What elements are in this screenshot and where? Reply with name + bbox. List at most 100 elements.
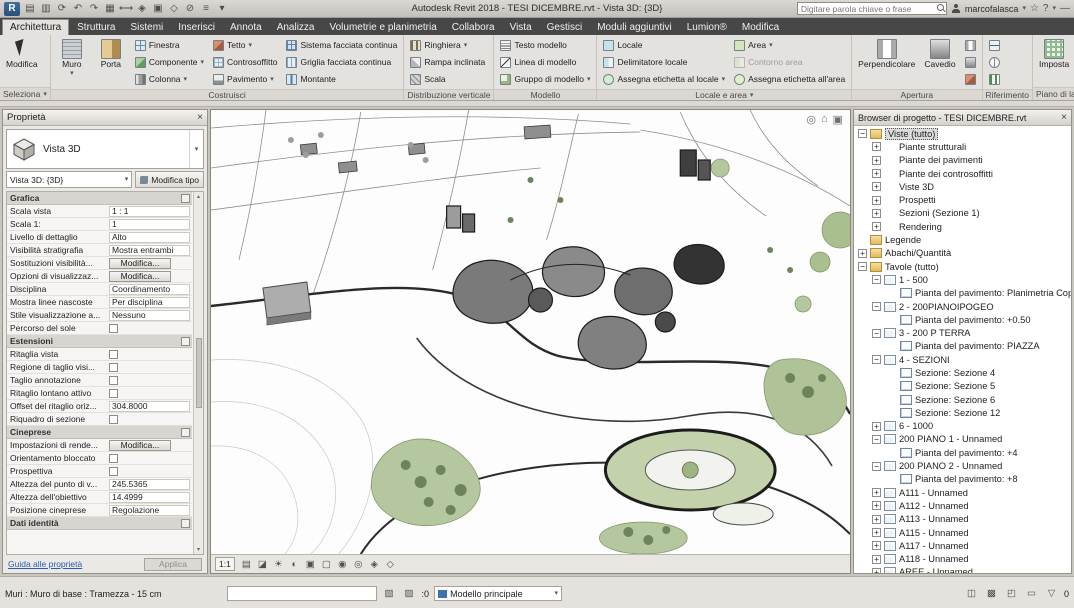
etichetta-area-button[interactable]: Assegna etichetta all'area: [731, 71, 848, 87]
tree-expander-icon[interactable]: +: [858, 249, 867, 258]
porta-button[interactable]: Porta: [93, 37, 129, 71]
ribbon-tab[interactable]: Sistemi: [124, 19, 171, 35]
view-selector[interactable]: Vista 3D: {3D} ▾: [6, 171, 132, 188]
filter-icon[interactable]: ▽: [1044, 587, 1059, 601]
section-expander-icon[interactable]: [181, 428, 190, 437]
browser-tree-item[interactable]: − 3 - 200 P TERRA: [854, 326, 1071, 339]
qat-customize-caret[interactable]: ▾: [215, 2, 229, 16]
favorites-star-icon[interactable]: ☆: [1030, 3, 1039, 14]
tree-expander-icon[interactable]: +: [872, 182, 881, 191]
scala-button[interactable]: Scala: [407, 71, 488, 87]
locale-button[interactable]: Locale: [600, 37, 728, 53]
tree-expander-icon[interactable]: +: [872, 488, 881, 497]
worksets-icon[interactable]: ▧: [382, 587, 397, 601]
scroll-up-icon[interactable]: ▴: [197, 193, 200, 200]
tree-expander-icon[interactable]: −: [872, 329, 881, 338]
help-icon[interactable]: ?: [1043, 3, 1049, 14]
temporary-hide-isolate-icon[interactable]: ◉: [335, 557, 350, 571]
controsoffitto-button[interactable]: Controsoffitto: [210, 54, 280, 70]
ribbon-tab[interactable]: Collabora: [445, 19, 502, 35]
apertura-parete-button[interactable]: [962, 37, 979, 53]
tree-expander-icon[interactable]: +: [872, 501, 881, 510]
ribbon-tab[interactable]: Vista: [503, 19, 539, 35]
perpendicolare-button[interactable]: Perpendicolare: [855, 37, 918, 71]
browser-tree-item[interactable]: + A112 - Unnamed: [854, 499, 1071, 512]
properties-scrollbar[interactable]: ▴ ▾: [193, 192, 203, 554]
tree-expander-icon[interactable]: [888, 289, 897, 298]
modifica-button[interactable]: Modifica: [3, 37, 41, 71]
ribbon-tab[interactable]: Struttura: [70, 19, 122, 35]
property-value[interactable]: Mostra entrambi: [109, 245, 190, 256]
project-browser-header[interactable]: Browser di progetto - TESI DICEMBRE.rvt …: [854, 110, 1071, 126]
panel-label-apertura[interactable]: Apertura: [852, 89, 981, 100]
ribbon-tab[interactable]: Gestisci: [540, 19, 590, 35]
pavimento-button[interactable]: Pavimento ▾: [210, 71, 280, 87]
browser-tree-item[interactable]: + AREE - Unnamed: [854, 566, 1071, 573]
sun-path-icon[interactable]: ☀: [271, 557, 286, 571]
browser-tree-item[interactable]: Pianta del pavimento: +4: [854, 446, 1071, 459]
undo-icon[interactable]: ↶: [71, 2, 85, 16]
property-edit-button[interactable]: Modifica...: [109, 271, 171, 282]
revit-logo[interactable]: R: [4, 2, 20, 16]
property-value[interactable]: 14.4999: [109, 492, 190, 503]
design-option-select[interactable]: Modello principale ▾: [434, 586, 562, 601]
ribbon-tab[interactable]: Lumion®: [680, 19, 734, 35]
tree-expander-icon[interactable]: +: [872, 209, 881, 218]
property-value[interactable]: Coordinamento: [109, 284, 190, 295]
griglia-button[interactable]: [986, 54, 1003, 70]
area-button[interactable]: Area ▾: [731, 37, 848, 53]
tetto-button[interactable]: Tetto ▾: [210, 37, 280, 53]
browser-tree-item[interactable]: Sezione: Sezione 4: [854, 366, 1071, 379]
browser-tree-item[interactable]: − 1 - 500: [854, 273, 1071, 286]
home-icon[interactable]: ⌂: [821, 113, 828, 126]
worksets-box[interactable]: [227, 586, 377, 601]
panel-label-piano-di-lavoro[interactable]: Piano di lavoro: [1033, 87, 1074, 100]
etichetta-locale-button[interactable]: Assegna etichetta al locale ▾: [600, 71, 728, 87]
delimitatore-locale-button[interactable]: Delimitatore locale: [600, 54, 728, 70]
close-icon[interactable]: ×: [1061, 112, 1067, 123]
panel-label-distribuzione[interactable]: Distribuzione verticale: [404, 89, 493, 100]
user-menu-caret-icon[interactable]: ▾: [1022, 5, 1026, 12]
browser-tree-item[interactable]: + Rendering: [854, 220, 1071, 233]
browser-tree-item[interactable]: − 2 - 200PIANOIPOGEO: [854, 300, 1071, 313]
navigation-wheel-icon[interactable]: ◎: [806, 113, 816, 126]
browser-tree-item[interactable]: + A117 - Unnamed: [854, 539, 1071, 552]
tree-expander-icon[interactable]: −: [872, 462, 881, 471]
browser-tree-item[interactable]: Sezione: Sezione 6: [854, 393, 1071, 406]
rampa-button[interactable]: Rampa inclinata: [407, 54, 488, 70]
show-crop-icon[interactable]: ▢: [319, 557, 334, 571]
drawing-area[interactable]: ◎ ⌂ ▣ 1:1 ▤◪☀◐▣▢◉◎◈◇: [210, 109, 851, 574]
apertura-abbaino-button[interactable]: [962, 71, 979, 87]
property-checkbox[interactable]: [109, 350, 118, 359]
constraints-icon[interactable]: ◇: [383, 557, 398, 571]
browser-tree-item[interactable]: Legende: [854, 233, 1071, 246]
measure-icon[interactable]: ⟷: [119, 2, 133, 16]
property-value[interactable]: Alto: [109, 232, 190, 243]
browser-tree-item[interactable]: + A115 - Unnamed: [854, 526, 1071, 539]
property-checkbox[interactable]: [109, 467, 118, 476]
browser-tree-item[interactable]: + Piante dei controsoffitti: [854, 167, 1071, 180]
detail-level-icon[interactable]: ▤: [239, 557, 254, 571]
browser-tree-item[interactable]: + Prospetti: [854, 193, 1071, 206]
3d-model-canvas[interactable]: ◎ ⌂ ▣: [211, 110, 850, 554]
property-checkbox[interactable]: [109, 415, 118, 424]
tree-expander-icon[interactable]: +: [872, 568, 881, 573]
property-checkbox[interactable]: [109, 363, 118, 372]
redo-icon[interactable]: ↷: [87, 2, 101, 16]
properties-help-link[interactable]: Guida alle proprietà: [8, 559, 82, 569]
panel-label-riferimento[interactable]: Riferimento: [983, 89, 1032, 100]
browser-tree-item[interactable]: − Tavole (tutto): [854, 260, 1071, 273]
design-options-icon[interactable]: ▨: [402, 587, 417, 601]
visual-style-icon[interactable]: ◪: [255, 557, 270, 571]
text-icon[interactable]: ▣: [151, 2, 165, 16]
search-icon[interactable]: [935, 3, 946, 14]
minimize-icon[interactable]: —: [1060, 3, 1070, 14]
tree-expander-icon[interactable]: +: [872, 222, 881, 231]
panel-label-costruisci[interactable]: Costruisci: [51, 89, 403, 100]
help-menu-caret-icon[interactable]: ▾: [1052, 5, 1056, 12]
panel-label-seleziona[interactable]: Seleziona ▾: [0, 87, 50, 100]
ribbon-tab[interactable]: Volumetrie e planimetria: [323, 19, 444, 35]
shadows-icon[interactable]: ◐: [287, 557, 302, 571]
apply-button[interactable]: Applica: [144, 558, 202, 571]
signed-in-user[interactable]: marcofalasca: [965, 4, 1019, 14]
